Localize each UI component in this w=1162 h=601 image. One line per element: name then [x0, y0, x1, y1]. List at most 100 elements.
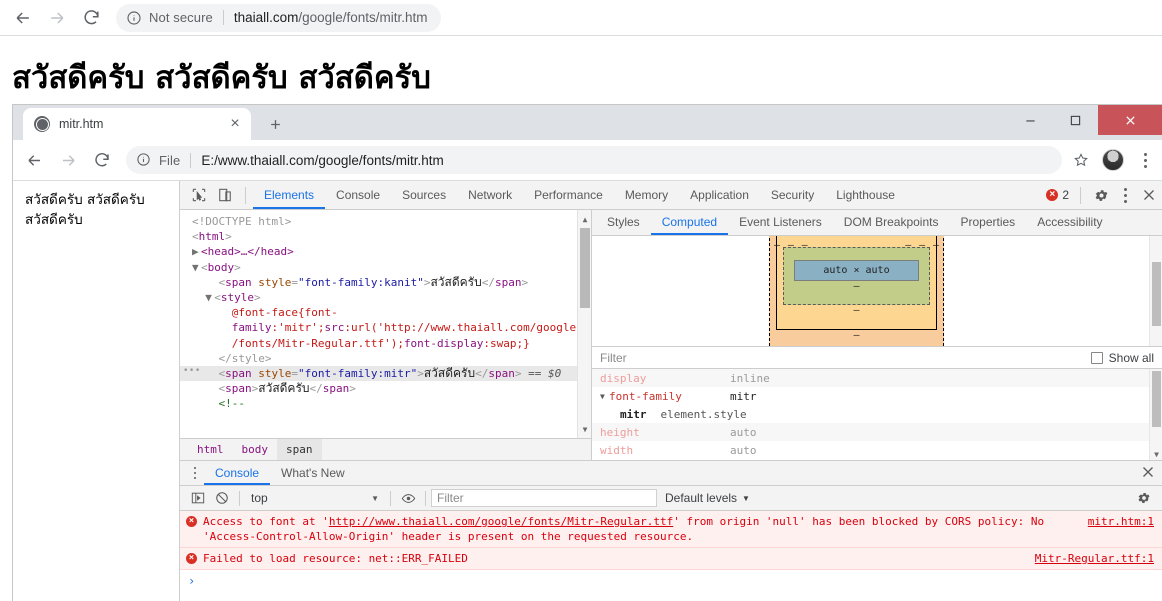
box-model-diagram: auto × auto – – – – – — [592, 236, 1162, 346]
dom-line-head[interactable]: ▶<head>…</head> — [180, 244, 591, 259]
tab-network[interactable]: Network — [457, 181, 523, 209]
dom-line-body[interactable]: ▼<body> — [180, 260, 591, 275]
inspect-element-icon[interactable] — [186, 183, 212, 207]
computed-row-width[interactable]: width auto — [592, 441, 1162, 459]
user-avatar[interactable] — [1102, 149, 1124, 171]
computed-row-font-family[interactable]: ▼font-family mitr — [592, 387, 1162, 405]
console-sidebar-icon[interactable] — [186, 487, 210, 509]
dom-line-span-kanit[interactable]: <span style="font-family:kanit">สวัสดีคร… — [180, 275, 591, 290]
breadcrumb-html[interactable]: html — [188, 439, 233, 461]
collapse-triangle-icon[interactable]: ▼ — [192, 260, 201, 275]
dom-line-style-close[interactable]: </style> — [180, 351, 591, 366]
reload-icon[interactable] — [74, 1, 108, 35]
dom-line-style-open[interactable]: ▼<style> — [180, 290, 591, 305]
tab-sources[interactable]: Sources — [391, 181, 457, 209]
show-all-toggle[interactable]: Show all — [1091, 351, 1154, 365]
tab-console[interactable]: Console — [325, 181, 391, 209]
back-arrow-icon[interactable] — [6, 1, 40, 35]
console-error-failed-resource[interactable]: × Failed to load resource: net::ERR_FAIL… — [180, 548, 1162, 570]
tab-event-listeners[interactable]: Event Listeners — [728, 210, 833, 235]
console-prompt[interactable]: › — [180, 570, 1162, 592]
computed-filter-input[interactable]: Filter — [600, 351, 1091, 365]
box-model[interactable]: auto × auto – – – – – — [769, 236, 944, 346]
expand-triangle-icon[interactable]: ▶ — [192, 244, 201, 259]
computed-scrollbar[interactable]: ▼ — [1149, 369, 1162, 460]
outer-address-bar[interactable]: Not secure thaiall.com/google/fonts/mitr… — [116, 4, 441, 32]
dom-tree-scrollbar[interactable]: ▲ ▼ — [577, 210, 591, 438]
computed-properties-list[interactable]: display inline ▼font-family mitr mitr el… — [592, 369, 1162, 460]
drawer-close-icon[interactable] — [1142, 465, 1162, 481]
error-resource-link[interactable]: http://www.thaiall.com/google/fonts/Mitr… — [329, 515, 673, 528]
device-toolbar-icon[interactable] — [212, 183, 238, 207]
scrollbar-thumb[interactable] — [1152, 371, 1161, 427]
inner-back-arrow-icon[interactable] — [17, 143, 51, 177]
dom-line-html[interactable]: <html> — [180, 229, 591, 244]
minimize-button[interactable] — [1008, 105, 1053, 135]
close-window-button[interactable] — [1098, 105, 1162, 135]
dom-line-doctype[interactable]: <!DOCTYPE html> — [180, 214, 591, 229]
dom-line-css-2[interactable]: family:'mitr';src:url('http://www.thaial… — [180, 320, 591, 335]
globe-icon — [34, 116, 50, 132]
border-bottom-value: – — [777, 305, 936, 316]
console-filter-input[interactable]: Filter — [431, 489, 657, 507]
tab-security[interactable]: Security — [760, 181, 825, 209]
computed-row-height[interactable]: height auto — [592, 423, 1162, 441]
close-icon[interactable]: × — [227, 116, 243, 132]
tab-computed[interactable]: Computed — [651, 210, 728, 235]
gear-icon[interactable] — [1088, 183, 1114, 207]
tab-lighthouse[interactable]: Lighthouse — [825, 181, 906, 209]
browser-tab-mitr[interactable]: mitr.htm × — [23, 108, 251, 140]
dom-line-css-1[interactable]: @font-face{font- — [180, 305, 591, 320]
drawer-more-icon[interactable] — [186, 467, 204, 480]
tab-styles[interactable]: Styles — [596, 210, 651, 235]
devtools-more-icon[interactable] — [1114, 182, 1136, 208]
box-model-scrollbar[interactable] — [1149, 236, 1162, 346]
error-count-badge[interactable]: × 2 — [1046, 188, 1073, 202]
console-error-source[interactable]: Mitr-Regular.ttf:1 — [1035, 551, 1154, 566]
scroll-up-icon[interactable]: ▲ — [578, 212, 591, 226]
dom-line-span-plain[interactable]: <span>สวัสดีครับ</span> — [180, 381, 591, 396]
dom-tree[interactable]: <!DOCTYPE html> <html> ▶<head>…</head> ▼… — [180, 210, 591, 438]
inner-forward-arrow-icon[interactable] — [51, 143, 85, 177]
collapse-triangle-icon[interactable]: ▼ — [600, 392, 609, 401]
scroll-down-icon[interactable]: ▼ — [1150, 450, 1162, 459]
computed-row-display[interactable]: display inline — [592, 369, 1162, 387]
dom-line-css-3[interactable]: /fonts/Mitr-Regular.ttf');font-display:s… — [180, 336, 591, 351]
inner-reload-icon[interactable] — [85, 143, 119, 177]
tab-performance[interactable]: Performance — [523, 181, 614, 209]
breadcrumb-body[interactable]: body — [233, 439, 278, 461]
console-messages[interactable]: × Access to font at 'http://www.thaiall.… — [180, 511, 1162, 601]
kebab-menu-icon[interactable] — [1134, 147, 1156, 173]
scrollbar-thumb[interactable] — [580, 228, 590, 308]
tab-dom-breakpoints[interactable]: DOM Breakpoints — [833, 210, 950, 235]
forward-arrow-icon[interactable] — [40, 1, 74, 35]
console-levels-selector[interactable]: Default levels ▼ — [665, 491, 750, 505]
collapse-triangle-icon[interactable]: ▼ — [205, 290, 214, 305]
tab-memory[interactable]: Memory — [614, 181, 679, 209]
tab-elements[interactable]: Elements — [253, 181, 325, 209]
scroll-down-icon[interactable]: ▼ — [578, 422, 591, 436]
breadcrumb-span[interactable]: span — [277, 439, 322, 461]
console-settings-gear-icon[interactable] — [1132, 487, 1156, 509]
tab-properties[interactable]: Properties — [949, 210, 1026, 235]
maximize-button[interactable] — [1053, 105, 1098, 135]
tab-application[interactable]: Application — [679, 181, 760, 209]
console-context-selector[interactable]: top ▼ — [245, 491, 385, 505]
new-tab-button[interactable] — [261, 110, 289, 138]
console-error-source[interactable]: mitr.htm:1 — [1088, 514, 1154, 544]
dom-line-span-mitr-selected[interactable]: <span style="font-family:mitr">สวัสดีครั… — [180, 366, 591, 381]
inner-address-bar[interactable]: File E:/www.thaiall.com/google/fonts/mit… — [126, 146, 1062, 174]
scrollbar-thumb[interactable] — [1152, 262, 1161, 326]
tab-accessibility[interactable]: Accessibility — [1026, 210, 1113, 235]
computed-row-font-family-source[interactable]: mitr element.style — [592, 405, 1162, 423]
clear-console-icon[interactable] — [210, 487, 234, 509]
devtools-close-icon[interactable] — [1136, 183, 1162, 207]
drawer-tab-console[interactable]: Console — [204, 461, 270, 485]
computed-sub-source[interactable]: element.style — [661, 408, 747, 421]
dom-line-comment[interactable]: <!-- — [180, 396, 591, 411]
star-icon[interactable] — [1066, 145, 1096, 175]
checkbox-icon[interactable] — [1091, 352, 1103, 364]
live-expression-icon[interactable] — [396, 487, 420, 509]
drawer-tab-whats-new[interactable]: What's New — [270, 461, 356, 485]
console-error-cors[interactable]: × Access to font at 'http://www.thaiall.… — [180, 511, 1162, 548]
